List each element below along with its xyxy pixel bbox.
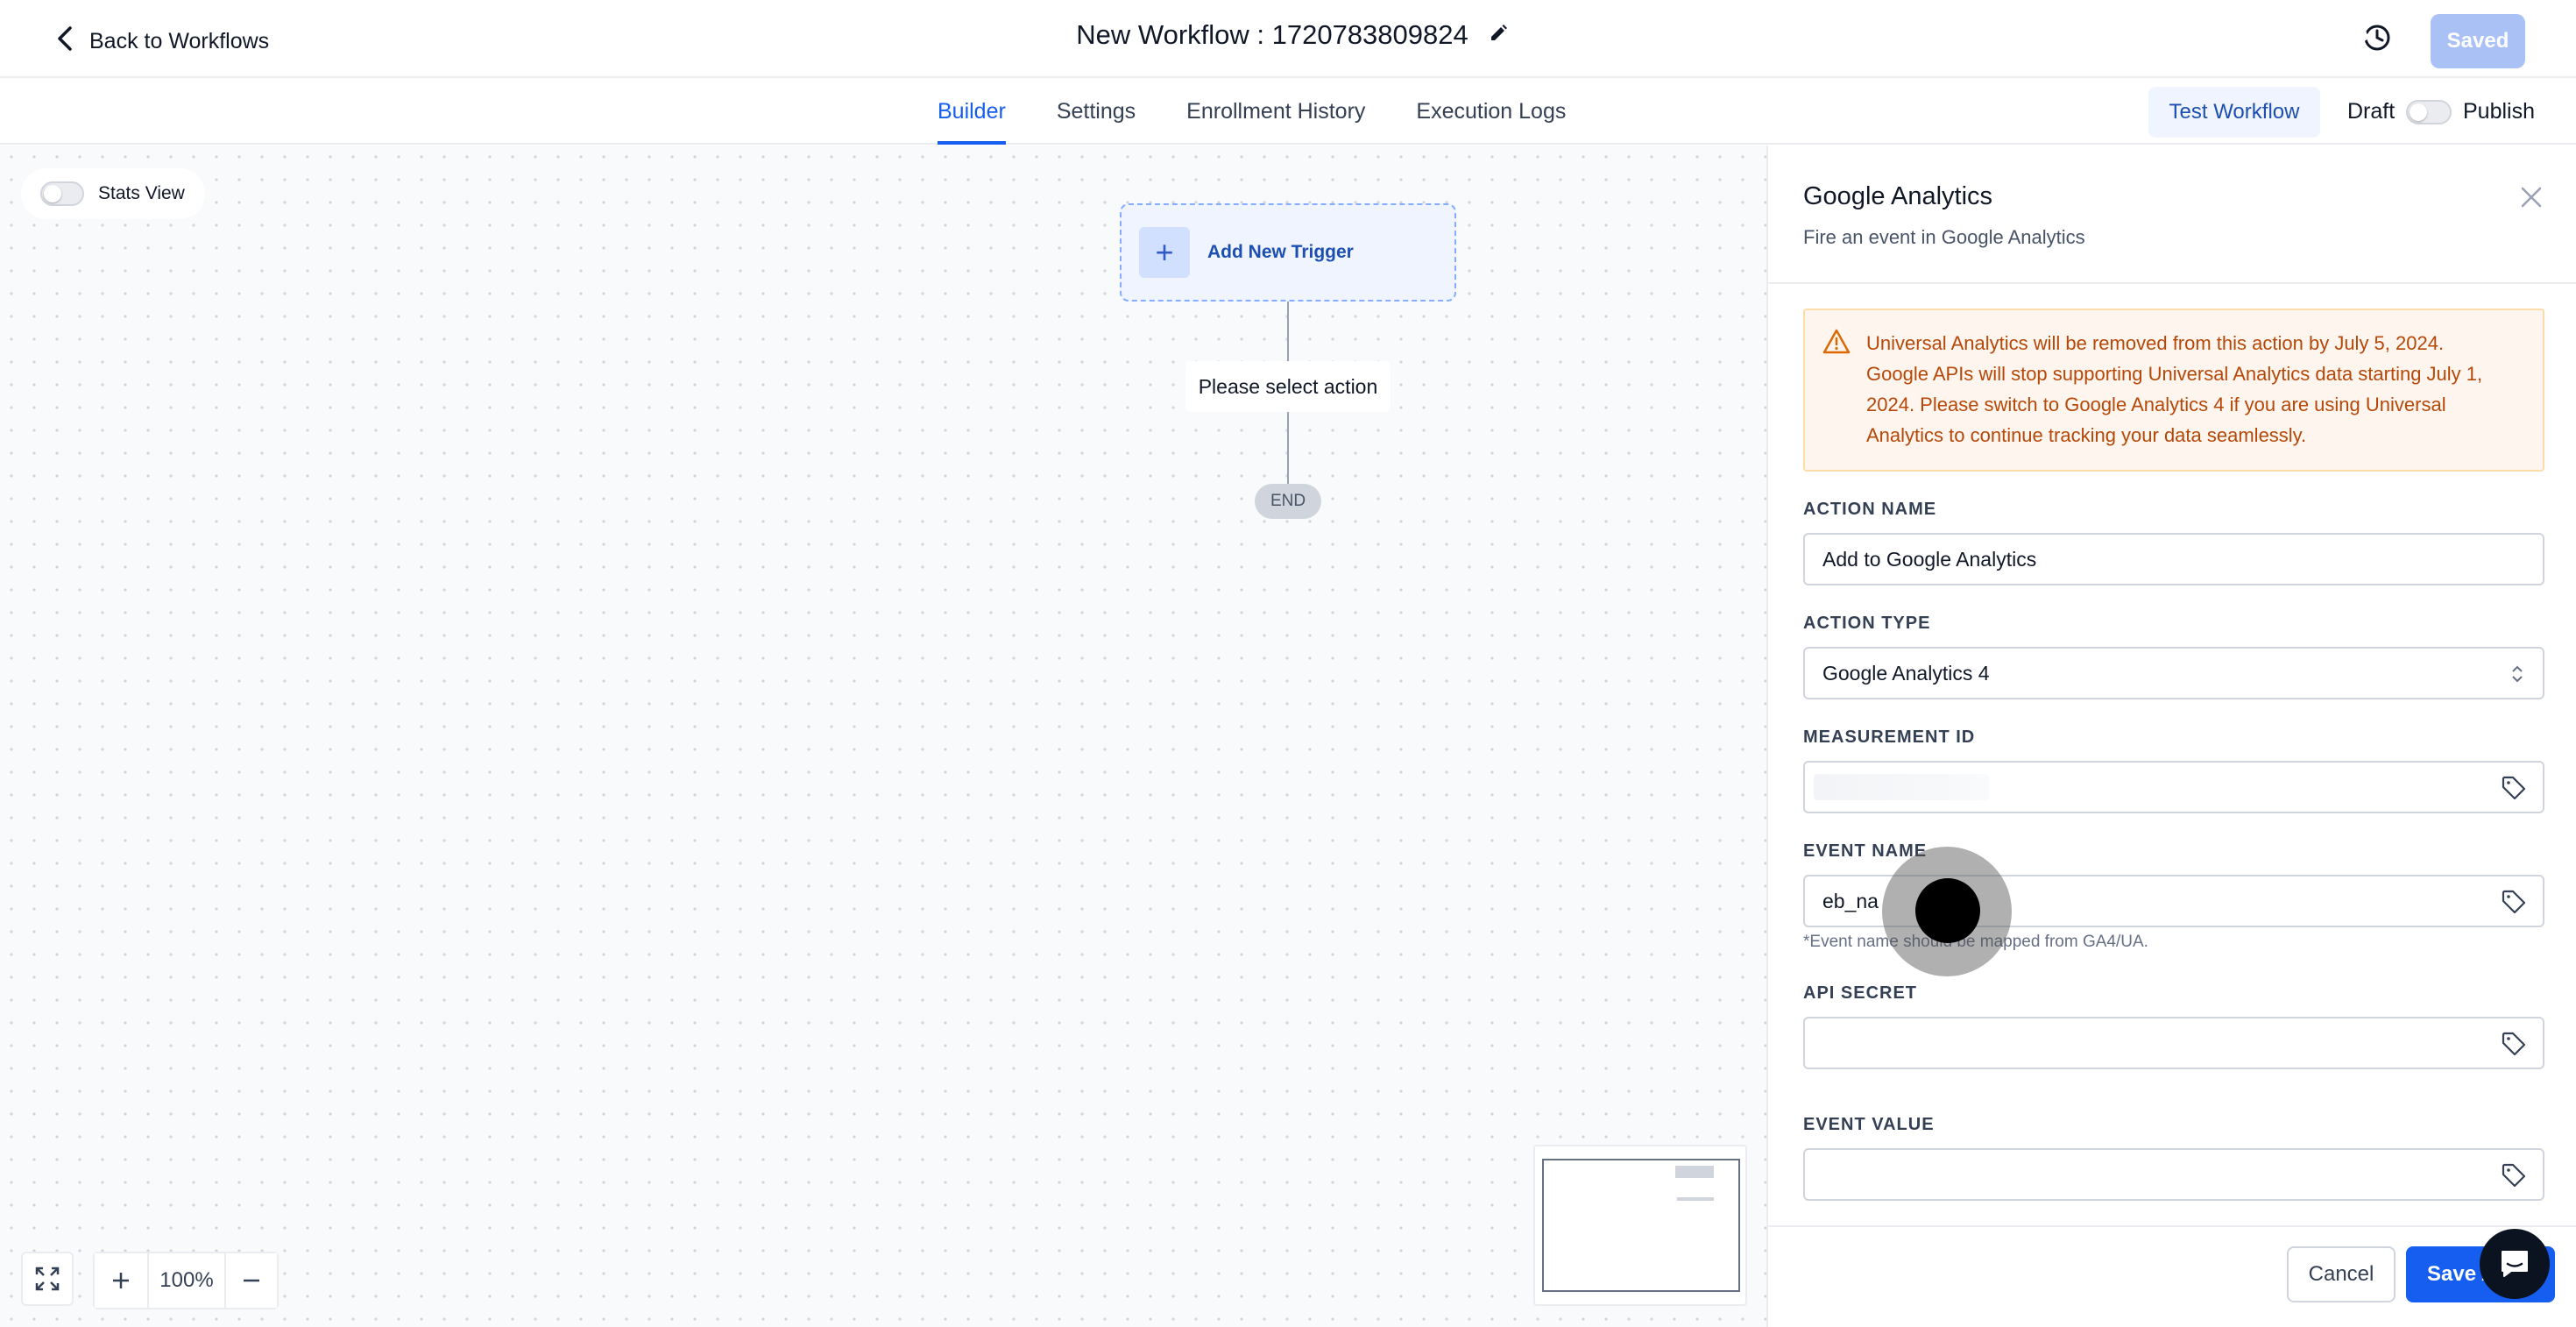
panel-subtitle: Fire an event in Google Analytics	[1803, 226, 2085, 248]
zoom-controls: 100%	[21, 1252, 279, 1309]
chat-icon	[2502, 1251, 2528, 1277]
add-trigger-node[interactable]: + Add New Trigger	[1120, 203, 1456, 302]
action-type-value: Google Analytics 4	[1822, 661, 1990, 685]
minimap-node	[1675, 1166, 1714, 1178]
test-workflow-button[interactable]: Test Workflow	[2148, 87, 2320, 138]
fit-view-button[interactable]	[21, 1252, 74, 1306]
chat-widget-button[interactable]	[2480, 1229, 2550, 1299]
measurement-id-label: MEASUREMENT ID	[1803, 727, 1976, 747]
saved-button[interactable]: Saved	[2431, 14, 2525, 68]
zoom-in-button[interactable]	[95, 1253, 147, 1308]
close-icon[interactable]	[2518, 184, 2544, 210]
end-node: END	[1255, 484, 1321, 519]
top-header: Back to Workflows New Workflow : 1720783…	[0, 0, 2576, 78]
warning-icon	[1822, 328, 1851, 356]
stats-view-control: Stats View	[21, 168, 205, 219]
action-name-label: ACTION NAME	[1803, 500, 1937, 519]
connector-line	[1287, 302, 1289, 361]
tab-bar: Builder Settings Enrollment History Exec…	[0, 78, 2576, 145]
add-trigger-label: Add New Trigger	[1207, 242, 1354, 262]
draft-label: Draft	[2347, 99, 2396, 124]
tag-icon[interactable]	[2501, 889, 2527, 915]
click-indicator-dot	[1915, 878, 1980, 943]
select-action-node[interactable]: Please select action	[1185, 361, 1391, 412]
pencil-icon[interactable]	[1488, 19, 1509, 51]
minimap[interactable]	[1533, 1145, 1747, 1306]
panel-title: Google Analytics	[1803, 182, 1993, 210]
stats-view-label: Stats View	[98, 183, 185, 203]
footer-divider	[1768, 1225, 2576, 1227]
tab-execution-logs[interactable]: Execution Logs	[1416, 78, 1566, 145]
plus-icon	[113, 1273, 129, 1288]
measurement-id-input[interactable]	[1803, 761, 2544, 813]
workflow-title: New Workflow : 1720783809824	[1076, 19, 1468, 50]
api-secret-label: API SECRET	[1803, 983, 1918, 1003]
deprecation-alert: Universal Analytics will be removed from…	[1803, 309, 2544, 472]
event-value-label: EVENT VALUE	[1803, 1115, 1935, 1134]
workflow-canvas[interactable]: Stats View + Add New Trigger Please sele…	[0, 145, 1766, 1327]
minimap-viewport[interactable]	[1542, 1159, 1740, 1292]
event-value-input[interactable]	[1803, 1148, 2544, 1201]
zoom-level: 100%	[147, 1253, 224, 1308]
redacted-value	[1814, 774, 1989, 800]
tab-enrollment-history[interactable]: Enrollment History	[1186, 78, 1365, 145]
history-icon[interactable]	[2360, 21, 2394, 54]
tag-icon[interactable]	[2501, 1162, 2527, 1189]
workflow-title-container: New Workflow : 1720783809824	[0, 19, 2576, 51]
tag-icon[interactable]	[2501, 775, 2527, 801]
zoom-out-button[interactable]	[224, 1253, 277, 1308]
tag-icon[interactable]	[2501, 1031, 2527, 1057]
tab-settings[interactable]: Settings	[1057, 78, 1136, 145]
zoom-group: 100%	[93, 1252, 279, 1309]
minimap-node	[1677, 1197, 1714, 1201]
panel-divider	[1768, 282, 2576, 284]
minus-icon	[244, 1279, 259, 1282]
select-arrows-icon	[2509, 663, 2525, 685]
tab-list: Builder Settings Enrollment History Exec…	[938, 78, 1566, 145]
cancel-button[interactable]: Cancel	[2287, 1246, 2396, 1302]
action-name-input[interactable]: Add to Google Analytics	[1803, 533, 2544, 585]
tab-builder[interactable]: Builder	[938, 78, 1006, 145]
publish-label: Publish	[2463, 99, 2535, 124]
expand-icon	[35, 1267, 60, 1291]
event-name-value: eb_na	[1822, 889, 1879, 912]
connector-line	[1287, 412, 1289, 484]
action-type-label: ACTION TYPE	[1803, 614, 1931, 633]
api-secret-input[interactable]	[1803, 1017, 2544, 1069]
stats-view-toggle[interactable]	[40, 181, 84, 206]
action-config-panel: Google Analytics Fire an event in Google…	[1766, 145, 2576, 1327]
publish-toggle[interactable]	[2406, 100, 2452, 124]
alert-text: Universal Analytics will be removed from…	[1866, 332, 2483, 446]
plus-icon: +	[1139, 227, 1190, 278]
action-type-select[interactable]: Google Analytics 4	[1803, 647, 2544, 699]
